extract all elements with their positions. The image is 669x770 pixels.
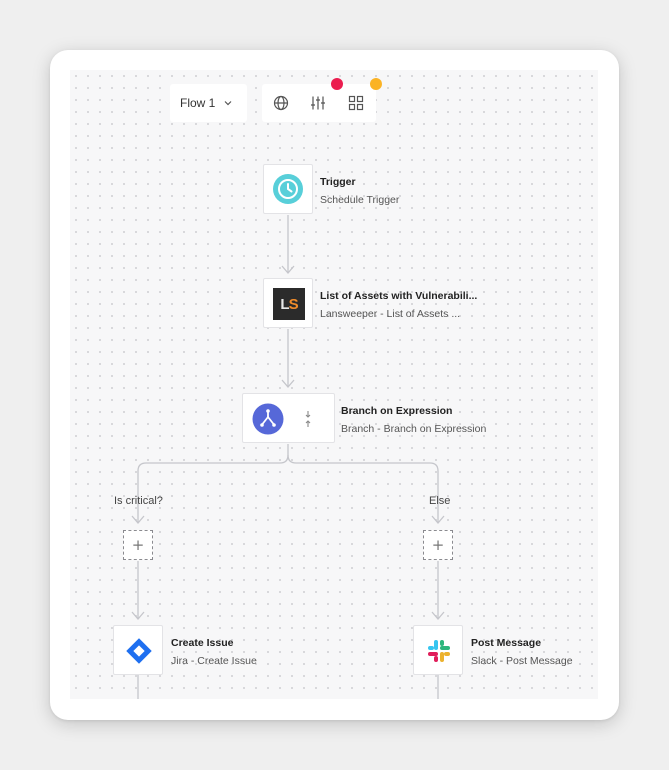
jira-node-title: Create Issue: [171, 637, 234, 649]
branch-icon: [252, 403, 284, 435]
jira-node[interactable]: [113, 625, 163, 675]
branch-label-left: Is critical?: [114, 495, 163, 507]
globe-icon[interactable]: [271, 93, 291, 113]
flow-selector-label: Flow 1: [180, 96, 216, 110]
flow-canvas[interactable]: Flow 1 Trigger Schedule Trigger LS List …: [70, 70, 598, 699]
assets-node-title: List of Assets with Vulnerabili...: [320, 290, 478, 302]
slack-node-subtitle: Slack - Post Message: [471, 655, 573, 667]
branch-node-title: Branch on Expression: [341, 405, 453, 417]
jira-node-subtitle: Jira - Create Issue: [171, 655, 257, 667]
add-step-button-left[interactable]: +: [123, 530, 153, 560]
assets-node[interactable]: LS: [263, 278, 313, 328]
slack-node[interactable]: [413, 625, 463, 675]
collapse-icon[interactable]: [303, 410, 313, 428]
clock-icon: [273, 174, 303, 204]
slack-logo: [428, 640, 450, 662]
flow-selector[interactable]: Flow 1: [170, 84, 247, 122]
assets-node-subtitle: Lansweeper - List of Assets ...: [320, 308, 461, 320]
slack-node-title: Post Message: [471, 637, 542, 649]
branch-label-right: Else: [429, 495, 451, 507]
toolbar-actions: [262, 84, 376, 122]
jira-logo: [126, 638, 152, 664]
status-dot-orange: [370, 78, 382, 90]
trigger-node-title: Trigger: [320, 176, 356, 188]
chevron-down-icon: [224, 101, 232, 106]
lansweeper-logo: LS: [273, 288, 305, 320]
flow-editor-card: Flow 1 Trigger Schedule Trigger LS List …: [50, 50, 619, 720]
trigger-node[interactable]: [263, 164, 313, 214]
status-dot-red: [331, 78, 343, 90]
grid-icon[interactable]: [346, 93, 366, 113]
trigger-node-subtitle: Schedule Trigger: [320, 194, 400, 206]
flow-connectors: [131, 215, 445, 699]
add-step-button-right[interactable]: +: [423, 530, 453, 560]
branch-node-subtitle: Branch - Branch on Expression: [341, 423, 487, 435]
branch-node[interactable]: [242, 393, 335, 443]
sliders-icon[interactable]: [308, 93, 328, 113]
lansweeper-logo-text: LS: [280, 295, 298, 313]
